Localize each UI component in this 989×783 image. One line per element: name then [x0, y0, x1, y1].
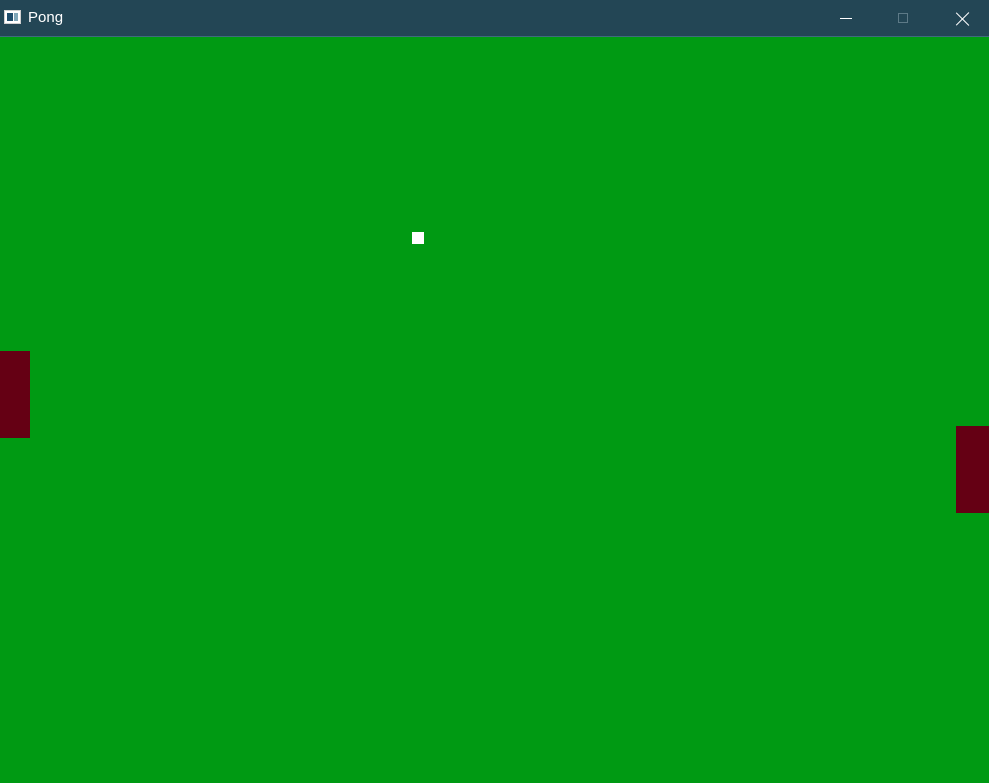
game-window: Pong	[0, 0, 989, 783]
maximize-button[interactable]	[875, 0, 933, 37]
minimize-button[interactable]	[817, 0, 875, 37]
window-title: Pong	[28, 9, 64, 26]
app-window-icon	[4, 10, 21, 24]
right-paddle	[956, 426, 989, 513]
ball	[412, 232, 424, 244]
maximize-icon	[898, 13, 908, 23]
left-paddle	[0, 351, 30, 438]
game-court[interactable]	[0, 38, 989, 783]
close-button[interactable]	[933, 0, 989, 37]
title-bar[interactable]: Pong	[0, 0, 989, 37]
close-icon	[956, 12, 970, 26]
minimize-icon	[840, 18, 852, 19]
